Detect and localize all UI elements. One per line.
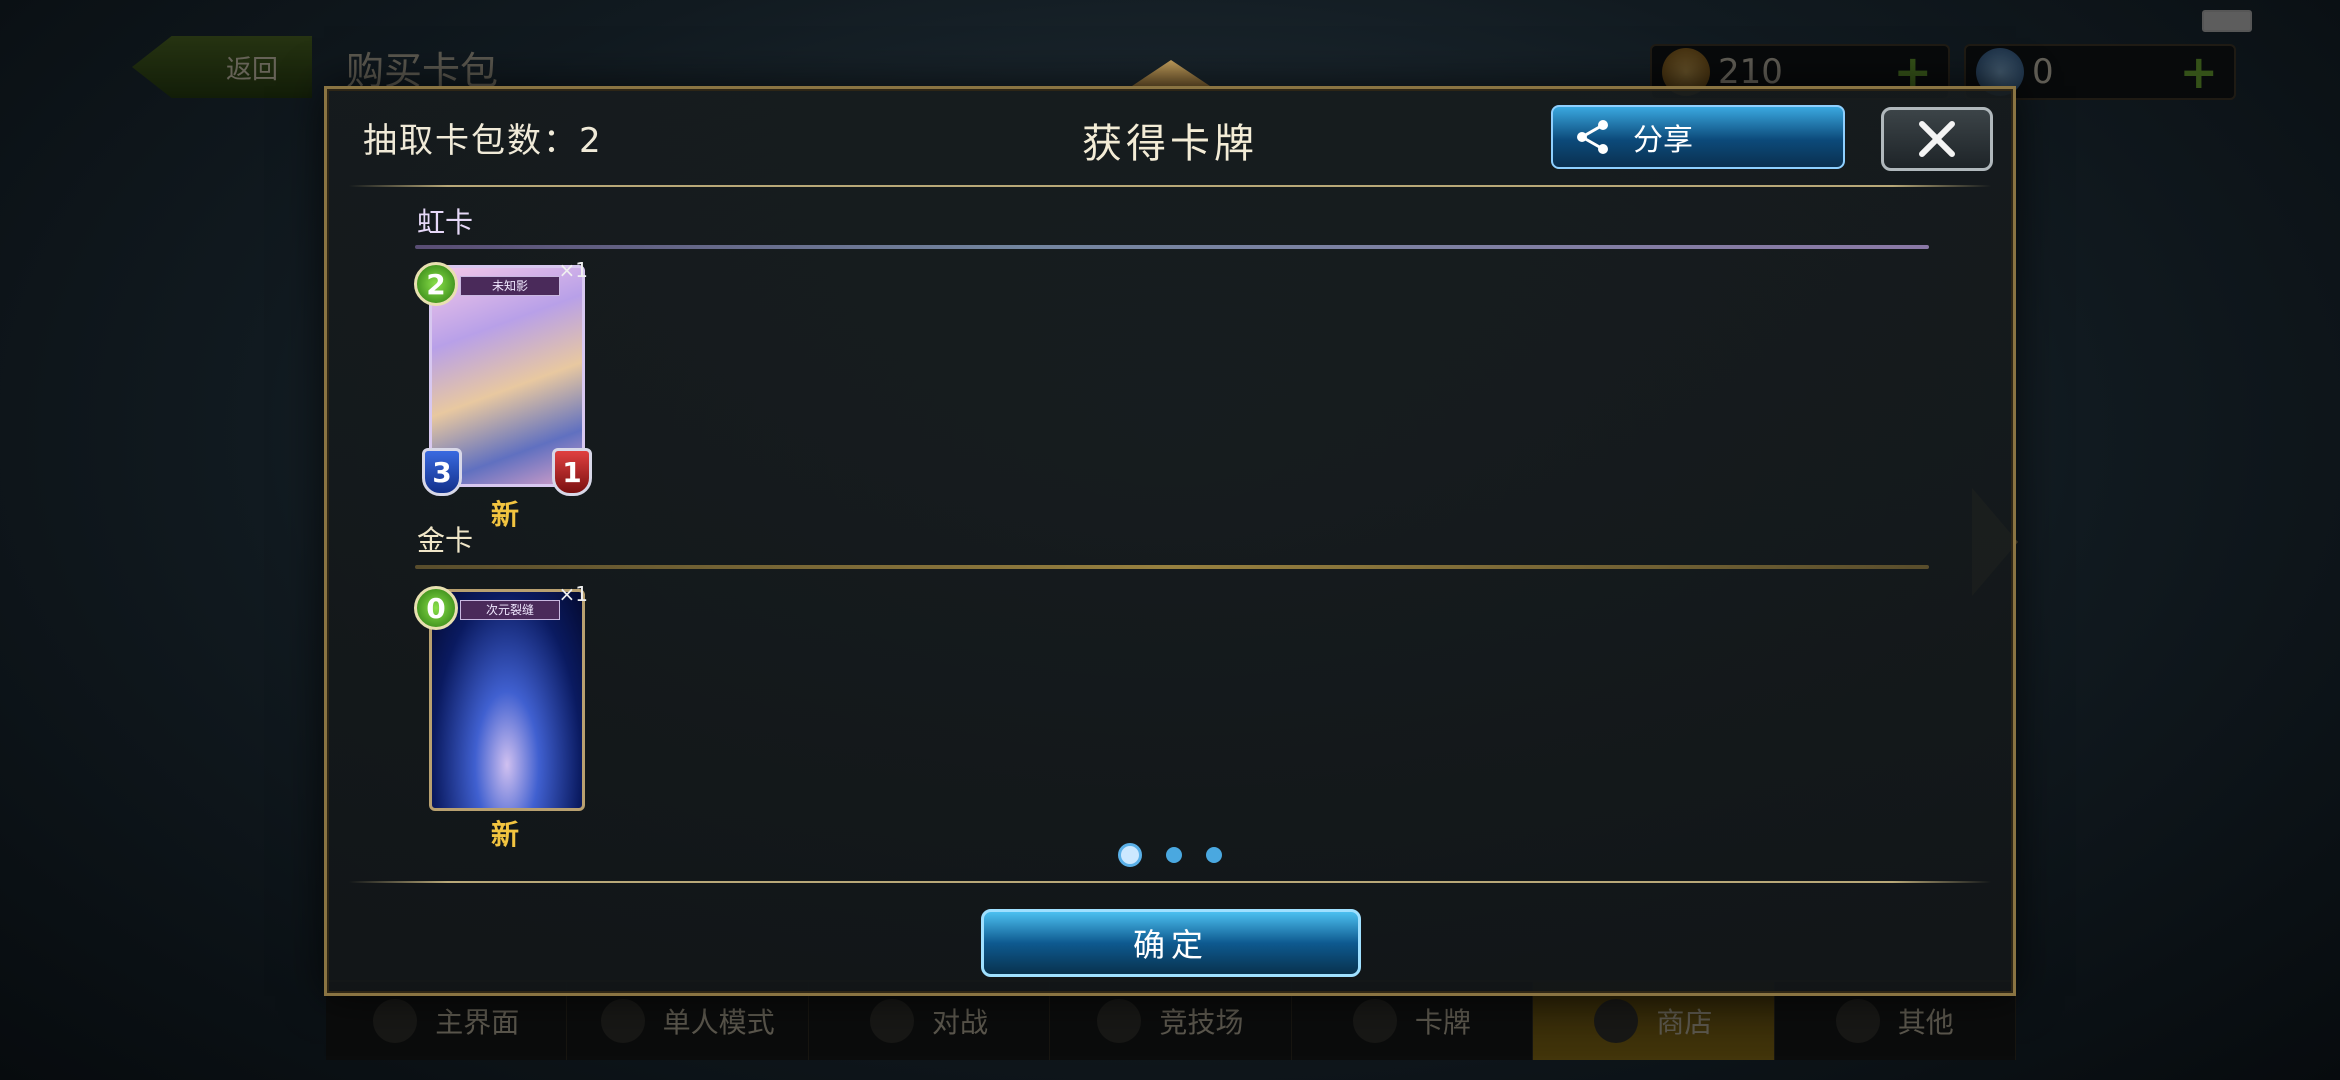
card-cost-gem: 0 <box>414 586 458 630</box>
share-button[interactable]: 分享 <box>1551 105 1845 169</box>
nav-label: 竞技场 <box>1159 1006 1244 1039</box>
nav-label: 对战 <box>932 1006 989 1039</box>
obtained-cards-modal: 抽取卡包数：2 获得卡牌 分享 虹卡 未知影 2 3 1 ×1 新 金卡 次元裂… <box>324 86 2016 996</box>
card-quantity: ×1 <box>558 582 588 606</box>
confirm-button[interactable]: 确定 <box>981 909 1361 977</box>
card-rainbow[interactable]: 未知影 2 3 1 ×1 <box>414 258 592 496</box>
crystal-amount: 0 <box>2032 52 2054 92</box>
card-quantity: ×1 <box>558 258 588 282</box>
card-gold[interactable]: 次元裂缝 0 ×1 <box>414 582 588 811</box>
header-divider <box>349 185 1991 187</box>
share-label: 分享 <box>1633 123 1693 158</box>
page-dot-1[interactable] <box>1118 843 1142 867</box>
cards-icon <box>1352 999 1397 1043</box>
battery-icon <box>2202 10 2252 32</box>
close-button[interactable] <box>1881 107 1993 171</box>
section-line-gold <box>415 565 1929 569</box>
section-label-gold: 金卡 <box>417 524 474 557</box>
back-button[interactable]: 返回 <box>132 36 312 98</box>
add-crystal-button[interactable]: + <box>2179 45 2218 99</box>
nav-label: 商店 <box>1656 1006 1713 1039</box>
card-name: 未知影 <box>460 276 560 296</box>
pagination-dots <box>327 841 2013 867</box>
home-icon <box>373 999 418 1043</box>
page-dot-3[interactable] <box>1206 847 1222 863</box>
nav-label: 其他 <box>1897 1006 1954 1039</box>
nav-label: 单人模式 <box>662 1006 775 1039</box>
page-dot-2[interactable] <box>1166 847 1182 863</box>
new-card-tag: 新 <box>491 498 520 531</box>
card-attack-gem: 3 <box>422 448 462 496</box>
card-cost-gem: 2 <box>414 262 458 306</box>
nav-label: 主界面 <box>435 1006 520 1039</box>
card-name: 次元裂缝 <box>460 600 560 620</box>
card-defense-gem: 1 <box>552 448 592 496</box>
confirm-label: 确定 <box>1132 926 1209 964</box>
section-label-rainbow: 虹卡 <box>417 206 474 239</box>
back-label: 返回 <box>225 54 278 85</box>
footer-divider <box>349 881 1991 883</box>
close-icon <box>1919 121 1955 157</box>
solo-icon <box>600 999 645 1043</box>
nav-label: 卡牌 <box>1414 1006 1471 1039</box>
share-icon <box>1577 120 1608 154</box>
section-line-rainbow <box>415 245 1929 249</box>
shop-icon <box>1594 999 1639 1043</box>
arena-icon <box>1097 999 1142 1043</box>
swords-icon <box>870 999 915 1043</box>
other-icon <box>1835 999 1880 1043</box>
